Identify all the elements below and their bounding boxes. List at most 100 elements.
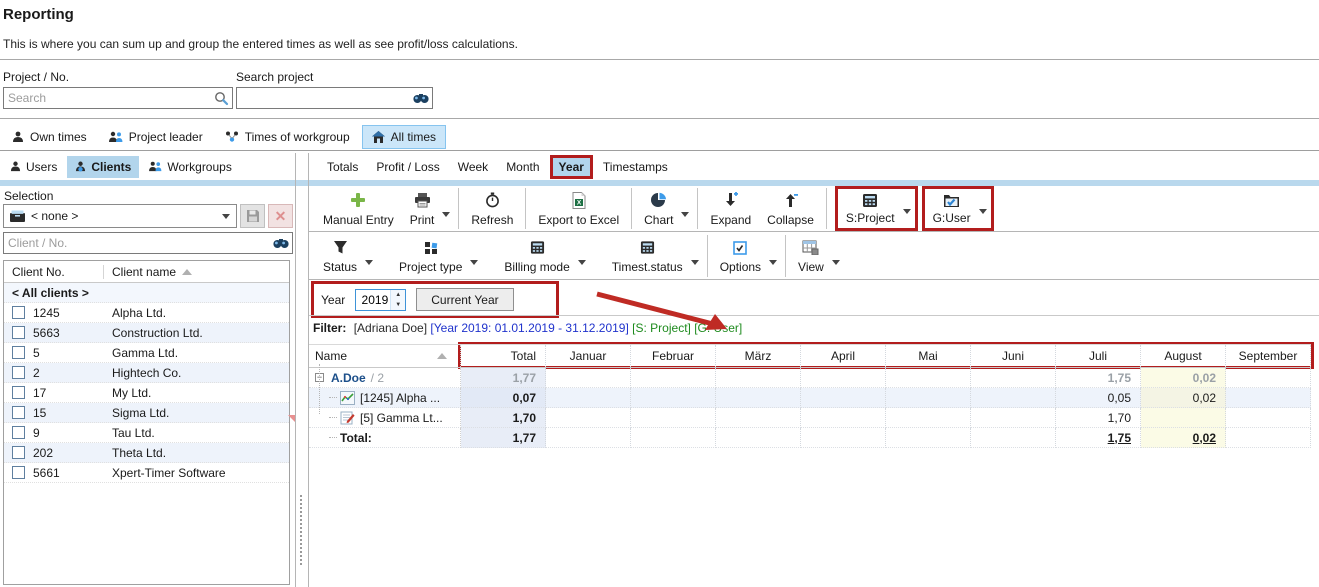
group-user-button[interactable]: G:User	[925, 189, 979, 228]
col-mai[interactable]: Mai	[886, 345, 971, 367]
client-row[interactable]: 17 My Ltd.	[4, 383, 289, 403]
chart-button[interactable]: Chart	[636, 186, 681, 231]
project-search-input[interactable]	[4, 89, 210, 107]
grid-group-row[interactable]: − A.Doe / 2 1,77 1,75 0,02	[309, 368, 1311, 388]
timest-status-button[interactable]: Timest.status	[604, 233, 691, 279]
options-button[interactable]: Options	[712, 233, 769, 279]
grid-project-row[interactable]: [1245] Alpha ... 0,07 0,05 0,02	[309, 388, 1311, 408]
grid-project-row[interactable]: [5] Gamma Lt... 1,70 1,70	[309, 408, 1311, 428]
binoculars-icon[interactable]	[270, 237, 292, 249]
tab-label: All times	[391, 130, 436, 144]
view-dropdown[interactable]	[832, 233, 844, 279]
delete-selection-button[interactable]: ✕	[268, 204, 293, 228]
all-clients-row[interactable]: < All clients >	[4, 283, 289, 303]
tab-week[interactable]: Week	[450, 156, 496, 178]
cell-august: 0,02	[1141, 388, 1226, 408]
expand-button[interactable]: Expand	[702, 186, 759, 231]
client-checkbox[interactable]	[12, 326, 25, 339]
cell-juli: 1,70	[1056, 408, 1141, 428]
filter-label: Filter:	[313, 321, 346, 335]
button-label: Billing mode	[504, 260, 569, 274]
status-filter-button[interactable]: Status	[315, 233, 365, 279]
manual-entry-button[interactable]: Manual Entry	[315, 186, 402, 231]
view-button[interactable]: View	[790, 233, 832, 279]
search-project-input[interactable]	[237, 89, 410, 107]
col-februar[interactable]: Februar	[631, 345, 716, 367]
selection-dropdown[interactable]: < none >	[3, 204, 237, 228]
chart-dropdown[interactable]	[681, 186, 693, 231]
button-label: Refresh	[471, 213, 513, 227]
tab-project-leader[interactable]: Project leader	[99, 125, 213, 149]
project-type-button[interactable]: Project type	[391, 233, 470, 279]
group-user-dropdown[interactable]	[979, 189, 991, 228]
tab-year[interactable]: Year	[550, 155, 593, 179]
client-search-input[interactable]	[4, 234, 270, 252]
tab-totals[interactable]: Totals	[319, 156, 366, 178]
client-checkbox[interactable]	[12, 466, 25, 479]
chevron-down-icon	[903, 209, 911, 214]
tab-timestamps[interactable]: Timestamps	[595, 156, 676, 178]
client-row[interactable]: 1245 Alpha Ltd.	[4, 303, 289, 323]
binoculars-icon[interactable]	[410, 92, 432, 104]
print-dropdown[interactable]	[442, 186, 454, 231]
button-label: Print	[410, 213, 435, 227]
grid-total-row: Total: 1,77 1,75 0,02	[309, 428, 1311, 448]
current-year-button[interactable]: Current Year	[416, 288, 513, 311]
chevron-down-icon	[578, 260, 586, 265]
client-checkbox[interactable]	[12, 426, 25, 439]
print-button[interactable]: Print	[402, 186, 443, 231]
client-checkbox[interactable]	[12, 366, 25, 379]
col-client-no[interactable]: Client No.	[4, 265, 104, 279]
col-august[interactable]: August	[1141, 345, 1226, 367]
sort-project-button[interactable]: S:Project	[838, 189, 903, 228]
client-checkbox[interactable]	[12, 406, 25, 419]
col-name[interactable]: Name	[309, 345, 461, 367]
status-dropdown[interactable]	[365, 233, 377, 279]
tab-profit-loss[interactable]: Profit / Loss	[368, 156, 447, 178]
client-row[interactable]: 9 Tau Ltd.	[4, 423, 289, 443]
export-to-excel-button[interactable]: X Export to Excel	[530, 186, 627, 231]
options-dropdown[interactable]	[769, 233, 781, 279]
sort-project-dropdown[interactable]	[903, 189, 915, 228]
timest-status-dropdown[interactable]	[691, 233, 703, 279]
client-checkbox[interactable]	[12, 446, 25, 459]
client-row[interactable]: 5 Gamma Ltd.	[4, 343, 289, 363]
line-chart-icon	[340, 391, 355, 405]
printer-icon	[414, 191, 431, 210]
col-september[interactable]: September	[1226, 345, 1311, 367]
col-juli[interactable]: Juli	[1056, 345, 1141, 367]
billing-mode-dropdown[interactable]	[578, 233, 590, 279]
client-checkbox[interactable]	[12, 306, 25, 319]
col-januar[interactable]: Januar	[546, 345, 631, 367]
collapse-button[interactable]: Collapse	[759, 186, 822, 231]
tab-clients[interactable]: Clients	[67, 156, 139, 178]
refresh-button[interactable]: Refresh	[463, 186, 521, 231]
client-row[interactable]: 5663 Construction Ltd.	[4, 323, 289, 343]
col-client-name[interactable]: Client name	[104, 265, 289, 279]
col-maerz[interactable]: März	[716, 345, 801, 367]
billing-mode-button[interactable]: Billing mode	[496, 233, 577, 279]
client-checkbox[interactable]	[12, 386, 25, 399]
client-row[interactable]: 202 Theta Ltd.	[4, 443, 289, 463]
tab-users[interactable]: Users	[2, 156, 65, 178]
tab-month[interactable]: Month	[498, 156, 547, 178]
tab-label: Workgroups	[167, 160, 231, 174]
tab-own-times[interactable]: Own times	[2, 125, 97, 149]
save-selection-button[interactable]	[240, 204, 265, 228]
client-row[interactable]: 15 Sigma Ltd.	[4, 403, 289, 423]
panel-splitter[interactable]	[300, 495, 303, 565]
tab-all-times[interactable]: All times	[362, 125, 446, 149]
project-type-dropdown[interactable]	[470, 233, 482, 279]
client-row[interactable]: 5661 Xpert-Timer Software	[4, 463, 289, 483]
year-input[interactable]	[356, 290, 390, 310]
spin-down-icon[interactable]: ▼	[391, 300, 405, 310]
tab-workgroups[interactable]: Workgroups	[141, 156, 239, 178]
search-icon[interactable]	[210, 91, 232, 106]
spin-up-icon[interactable]: ▲	[391, 290, 405, 300]
tab-times-of-workgroup[interactable]: Times of workgroup	[215, 125, 360, 149]
client-checkbox[interactable]	[12, 346, 25, 359]
client-row[interactable]: 2 Hightech Co.	[4, 363, 289, 383]
col-juni[interactable]: Juni	[971, 345, 1056, 367]
col-total[interactable]: Total	[461, 345, 546, 367]
col-april[interactable]: April	[801, 345, 886, 367]
